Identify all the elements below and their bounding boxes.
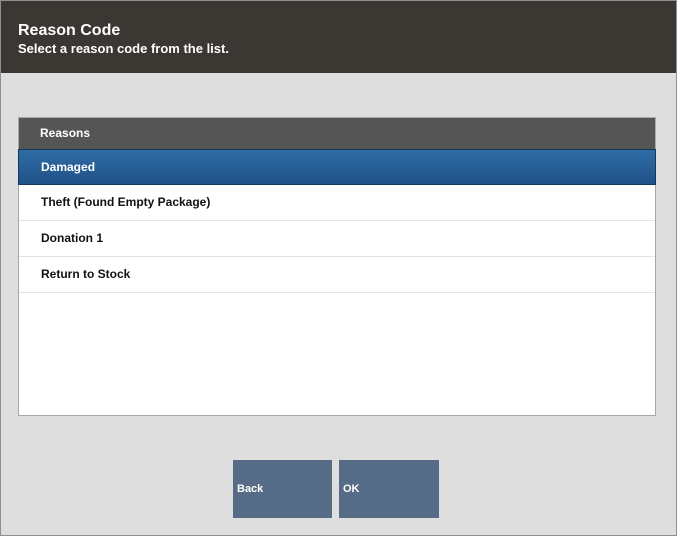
- list-item-theft-found-empty-package[interactable]: Theft (Found Empty Package): [19, 185, 655, 221]
- back-button[interactable]: Back: [233, 460, 332, 518]
- ok-button[interactable]: OK: [339, 460, 439, 518]
- ok-button-label: OK: [343, 483, 360, 495]
- reasons-list-header: Reasons: [19, 118, 655, 149]
- list-item-label: Damaged: [41, 160, 96, 174]
- page-title: Reason Code: [18, 22, 121, 39]
- list-item-return-to-stock[interactable]: Return to Stock: [19, 257, 655, 293]
- header-bar: Reason Code Select a reason code from th…: [1, 1, 676, 73]
- list-item-label: Donation 1: [41, 231, 103, 245]
- list-item-donation-1[interactable]: Donation 1: [19, 221, 655, 257]
- reason-code-window: Reason Code Select a reason code from th…: [0, 0, 677, 536]
- back-button-label: Back: [237, 483, 264, 495]
- list-item-label: Return to Stock: [41, 267, 131, 281]
- reasons-list: Reasons Damaged Theft (Found Empty Packa…: [18, 117, 656, 416]
- page-instructions: Select a reason code from the list.: [18, 41, 229, 56]
- list-item-label: Theft (Found Empty Package): [41, 195, 211, 209]
- list-item-damaged[interactable]: Damaged: [18, 149, 656, 185]
